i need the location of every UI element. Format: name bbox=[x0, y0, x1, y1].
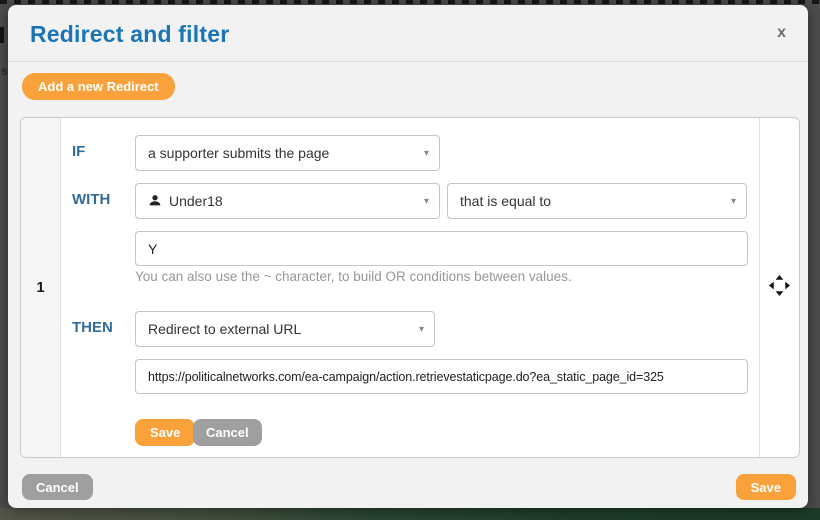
field-select-value: Under18 bbox=[169, 193, 416, 209]
drag-handle[interactable] bbox=[759, 118, 799, 457]
caret-down-icon: ▾ bbox=[424, 196, 429, 207]
modal-title: Redirect and filter bbox=[30, 21, 229, 48]
backdrop-dashed-border bbox=[0, 0, 820, 4]
header-divider bbox=[8, 61, 808, 62]
modal-cancel-button[interactable]: Cancel bbox=[22, 474, 93, 500]
rule-number: 1 bbox=[21, 118, 61, 457]
redirect-and-filter-modal: Redirect and filter x Add a new Redirect… bbox=[8, 5, 808, 508]
close-icon[interactable]: x bbox=[777, 25, 786, 41]
add-redirect-button[interactable]: Add a new Redirect bbox=[22, 73, 175, 100]
action-select[interactable]: Redirect to external URL ▾ bbox=[135, 311, 435, 347]
caret-down-icon: ▾ bbox=[419, 324, 424, 335]
field-select[interactable]: Under18 ▾ bbox=[135, 183, 440, 219]
background-page-strip bbox=[0, 508, 820, 520]
value-input[interactable] bbox=[135, 231, 748, 266]
then-label: THEN bbox=[72, 319, 113, 336]
modal-save-button[interactable]: Save bbox=[736, 474, 796, 500]
rule-form: IF a supporter submits the page ▾ WITH U… bbox=[61, 118, 759, 457]
backdrop-text-fragment: s bbox=[1, 64, 8, 78]
rule-cancel-button[interactable]: Cancel bbox=[193, 419, 262, 446]
redirect-rule-panel: 1 IF a supporter submits the page ▾ WITH… bbox=[20, 117, 800, 458]
person-icon bbox=[148, 194, 162, 208]
event-select-value: a supporter submits the page bbox=[148, 145, 416, 161]
rule-save-button[interactable]: Save bbox=[135, 419, 195, 446]
if-label: IF bbox=[72, 143, 85, 160]
action-select-value: Redirect to external URL bbox=[148, 321, 411, 337]
redirect-url-input[interactable] bbox=[135, 359, 748, 394]
operator-select-value: that is equal to bbox=[460, 193, 723, 209]
move-icon bbox=[769, 275, 790, 301]
backdrop-text-fragment bbox=[0, 27, 4, 43]
operator-select[interactable]: that is equal to ▾ bbox=[447, 183, 747, 219]
event-select[interactable]: a supporter submits the page ▾ bbox=[135, 135, 440, 171]
caret-down-icon: ▾ bbox=[731, 196, 736, 207]
helper-text: You can also use the ~ character, to bui… bbox=[135, 269, 572, 284]
caret-down-icon: ▾ bbox=[424, 148, 429, 159]
with-label: WITH bbox=[72, 191, 110, 208]
